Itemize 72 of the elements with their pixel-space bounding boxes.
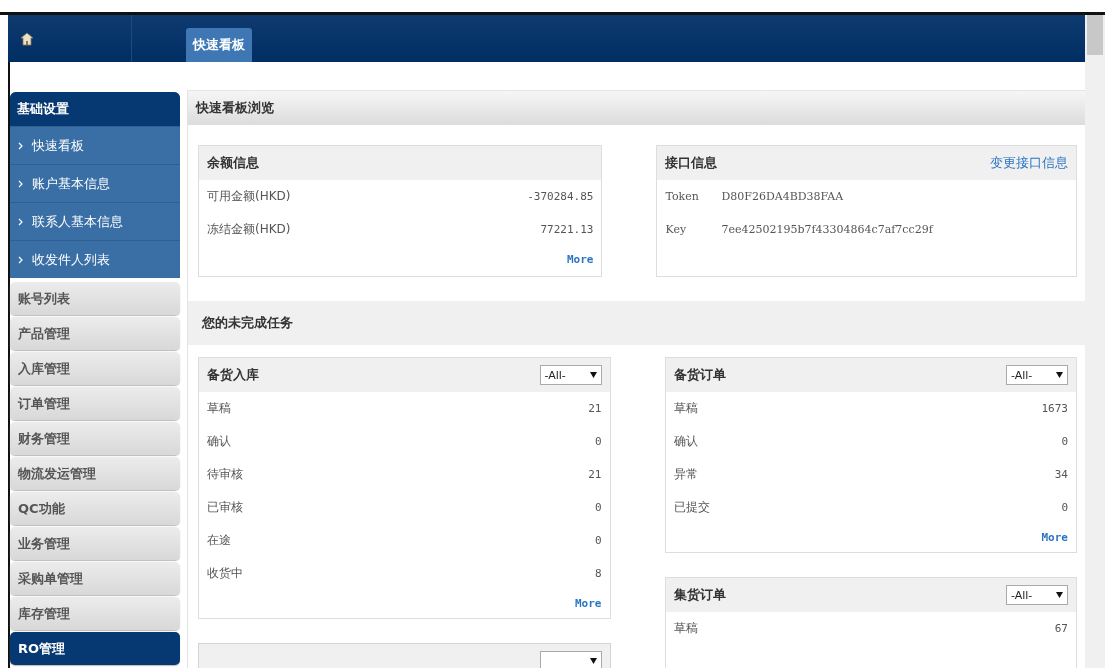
menu-item[interactable]: 物流发运管理 [10, 457, 180, 490]
row-value: 77221.13 [540, 222, 594, 238]
menu-item[interactable]: 采购单管理 [10, 562, 180, 595]
row-value: 7ee42502195b7f43304864c7af7cc29f [721, 222, 933, 238]
row-value: 21 [588, 401, 602, 417]
row-label: 在途 [207, 532, 231, 549]
sidebar-item[interactable]: 收发件人列表 [10, 240, 180, 278]
home-icon[interactable] [20, 31, 34, 46]
row-label: 可用金额(HKD) [207, 188, 291, 205]
row-label: 冻结金额(HKD) [207, 221, 291, 238]
row-value: 0 [594, 434, 602, 450]
card-title: 备货订单 [673, 366, 726, 384]
caret-icon [589, 371, 597, 379]
row-value: 0 [1061, 500, 1068, 516]
more-link[interactable]: More [1041, 524, 1068, 552]
caret-icon [589, 657, 597, 665]
chevron-icon [18, 218, 23, 226]
filter-dropdown[interactable]: -All- [1006, 585, 1068, 605]
more-link[interactable]: More [566, 246, 594, 274]
menu-item[interactable]: 订单管理 [10, 387, 180, 420]
filter-dropdown[interactable] [539, 651, 602, 668]
row-label: 草稿 [673, 620, 698, 637]
row-value: 8 [594, 566, 602, 582]
row-value: 0 [594, 500, 602, 516]
sidebar-item[interactable]: 联系人基本信息 [10, 202, 180, 240]
menu-item[interactable]: 业务管理 [10, 527, 180, 560]
menu-item[interactable]: 产品管理 [10, 317, 180, 350]
panel-title: 快速看板浏览 [188, 91, 1085, 125]
row-value: -370284.85 [527, 189, 594, 205]
row-label: 草稿 [207, 400, 231, 417]
menu-item[interactable]: RO管理 [10, 632, 180, 665]
card-title: 余额信息 [207, 154, 259, 172]
chevron-icon [18, 142, 23, 150]
row-label: Token [665, 189, 700, 205]
menu-item[interactable]: 财务管理 [10, 422, 180, 455]
section-title: 您的未完成任务 [188, 301, 1085, 345]
caret-icon [1056, 371, 1063, 379]
section-title[interactable]: 基础设置 [10, 92, 180, 126]
row-label: 异常 [673, 466, 698, 483]
row-value: 0 [1061, 434, 1068, 450]
row-label: 草稿 [673, 400, 698, 417]
row-value: 34 [1054, 467, 1068, 483]
more-link[interactable]: More [575, 590, 602, 618]
row-label: Key [665, 222, 688, 238]
row-value: 21 [588, 467, 602, 483]
row-value: 67 [1054, 621, 1068, 637]
caret-icon [1056, 591, 1063, 599]
menu-item[interactable]: 账号列表 [10, 282, 180, 315]
row-label: 确认 [673, 433, 698, 450]
sidebar-item[interactable]: 快速看板 [10, 126, 180, 164]
sidebar-item[interactable]: 账户基本信息 [10, 164, 180, 202]
filter-dropdown[interactable]: -All- [1006, 365, 1068, 385]
chevron-icon [18, 180, 23, 188]
menu-item[interactable]: 库存管理 [10, 597, 180, 630]
chevron-icon [18, 256, 23, 264]
scrollbar[interactable] [1085, 15, 1105, 668]
change-link[interactable]: 变更接口信息 [990, 154, 1068, 172]
row-label: 确认 [207, 433, 231, 450]
menu-item[interactable]: 入库管理 [10, 352, 180, 385]
card-title: 集货订单 [673, 586, 726, 604]
row-label: 待审核 [207, 466, 243, 483]
row-value: 1673 [1041, 401, 1068, 417]
tab[interactable]: 快速看板 [186, 28, 252, 62]
row-label: 已提交 [673, 499, 710, 516]
row-label: 收货中 [207, 565, 243, 582]
filter-dropdown[interactable]: -All- [539, 365, 602, 385]
menu-item[interactable]: QC功能 [10, 492, 180, 525]
row-value: 0 [594, 533, 602, 549]
card-title: 接口信息 [665, 154, 718, 172]
row-label: 已审核 [207, 499, 243, 516]
card-title: 备货入库 [207, 366, 259, 384]
row-value: D80F26DA4BD38FAA [721, 189, 844, 205]
